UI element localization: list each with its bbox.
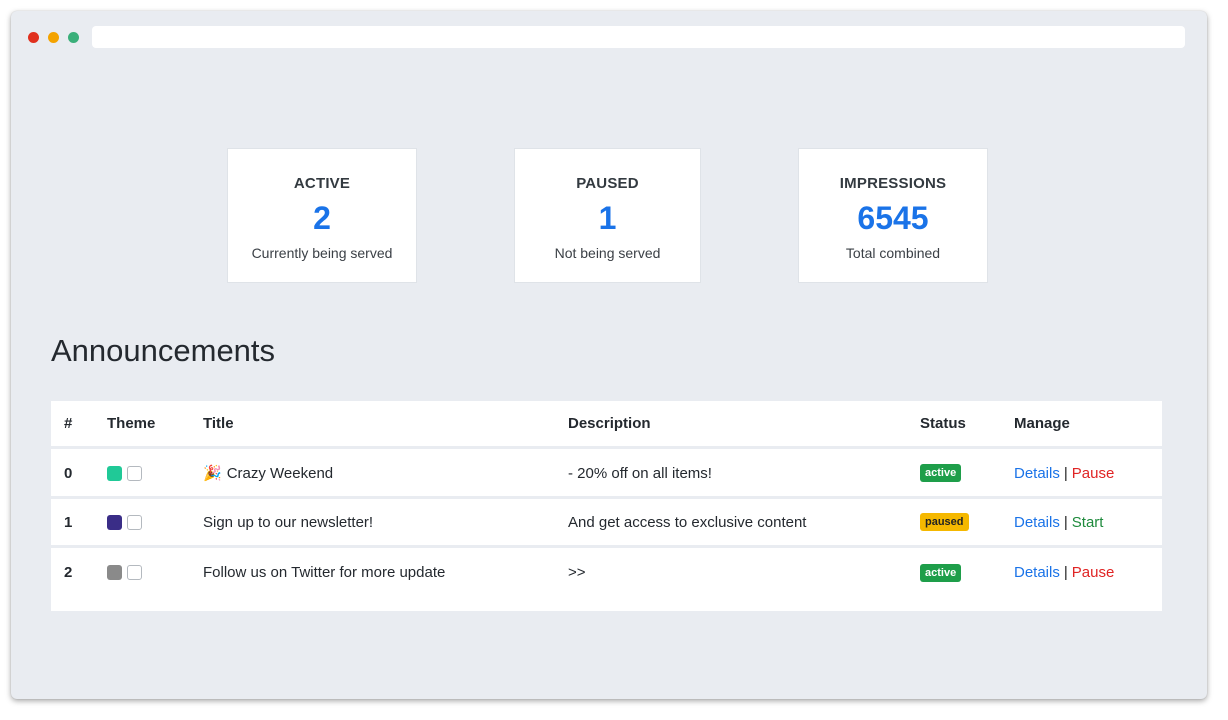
stat-label: PAUSED bbox=[576, 175, 639, 192]
header-theme: Theme bbox=[107, 415, 156, 432]
table-header: # Theme Title Description Status Manage bbox=[51, 401, 1162, 449]
announcement-description: >> bbox=[568, 564, 586, 581]
row-number: 0 bbox=[64, 464, 73, 482]
manage-cell: Details | Start bbox=[1014, 499, 1103, 545]
status-cell: active bbox=[920, 548, 962, 597]
theme-outline-swatch[interactable] bbox=[127, 514, 142, 530]
theme-outline-swatch[interactable] bbox=[127, 565, 142, 580]
stat-card-active: ACTIVE 2 Currently being served bbox=[227, 148, 417, 283]
separator: | bbox=[1063, 464, 1068, 482]
details-link[interactable]: Details bbox=[1014, 564, 1060, 581]
stat-value: 6545 bbox=[857, 200, 929, 236]
start-link[interactable]: Start bbox=[1072, 514, 1104, 531]
details-link[interactable]: Details bbox=[1014, 465, 1060, 482]
maximize-window-button[interactable] bbox=[68, 32, 79, 43]
table-row: 0 🎉 Crazy Weekend - 20% off on all items!… bbox=[51, 450, 1162, 499]
pause-link[interactable]: Pause bbox=[1072, 564, 1115, 581]
address-bar[interactable] bbox=[92, 26, 1185, 48]
announcement-description: - 20% off on all items! bbox=[568, 464, 712, 482]
announcements-table: # Theme Title Description Status Manage … bbox=[51, 401, 1162, 611]
status-badge: active bbox=[920, 464, 962, 482]
separator: | bbox=[1063, 564, 1068, 581]
stat-value: 2 bbox=[313, 200, 331, 236]
table-row: 2 Follow us on Twitter for more update >… bbox=[51, 548, 1162, 597]
stat-card-paused: PAUSED 1 Not being served bbox=[514, 148, 701, 283]
separator: | bbox=[1063, 513, 1068, 531]
stat-card-impressions: IMPRESSIONS 6545 Total combined bbox=[798, 148, 988, 283]
header-description: Description bbox=[568, 415, 651, 432]
theme-color-swatch[interactable] bbox=[107, 465, 122, 481]
stat-subtitle: Currently being served bbox=[251, 245, 393, 261]
announcement-title: Sign up to our newsletter! bbox=[203, 513, 374, 531]
stat-value: 1 bbox=[598, 200, 617, 236]
stat-subtitle: Total combined bbox=[845, 245, 941, 261]
header-num: # bbox=[64, 415, 73, 432]
status-badge: paused bbox=[920, 513, 969, 531]
window-titlebar bbox=[11, 11, 1207, 61]
theme-swatches bbox=[107, 499, 142, 545]
theme-outline-swatch[interactable] bbox=[127, 465, 142, 481]
status-badge: active bbox=[920, 563, 962, 582]
theme-color-swatch[interactable] bbox=[107, 565, 122, 580]
status-cell: paused bbox=[920, 499, 969, 545]
stat-subtitle: Not being served bbox=[554, 245, 661, 261]
manage-cell: Details | Pause bbox=[1014, 450, 1114, 496]
header-title: Title bbox=[203, 415, 234, 432]
details-link[interactable]: Details bbox=[1014, 514, 1060, 531]
title-text: Crazy Weekend bbox=[226, 464, 334, 482]
browser-window: ACTIVE 2 Currently being served PAUSED 1… bbox=[11, 11, 1207, 699]
header-manage: Manage bbox=[1014, 415, 1070, 432]
party-popper-icon: 🎉 bbox=[203, 465, 222, 482]
theme-swatches bbox=[107, 548, 142, 597]
header-status: Status bbox=[920, 415, 966, 432]
close-window-button[interactable] bbox=[28, 32, 39, 43]
status-cell: active bbox=[920, 450, 962, 496]
table-row: 1 Sign up to our newsletter! And get acc… bbox=[51, 499, 1162, 548]
announcement-title: 🎉 Crazy Weekend bbox=[203, 450, 333, 496]
announcement-description: And get access to exclusive content bbox=[568, 513, 807, 531]
pause-link[interactable]: Pause bbox=[1072, 465, 1115, 482]
row-number: 1 bbox=[64, 513, 73, 531]
page-title: Announcements bbox=[51, 333, 276, 368]
announcement-title: Follow us on Twitter for more update bbox=[203, 564, 446, 581]
manage-cell: Details | Pause bbox=[1014, 548, 1114, 597]
stat-label: IMPRESSIONS bbox=[839, 175, 947, 192]
theme-swatches bbox=[107, 450, 142, 496]
stat-label: ACTIVE bbox=[293, 175, 351, 192]
row-number: 2 bbox=[64, 564, 73, 581]
minimize-window-button[interactable] bbox=[48, 32, 59, 43]
theme-color-swatch[interactable] bbox=[107, 514, 122, 530]
